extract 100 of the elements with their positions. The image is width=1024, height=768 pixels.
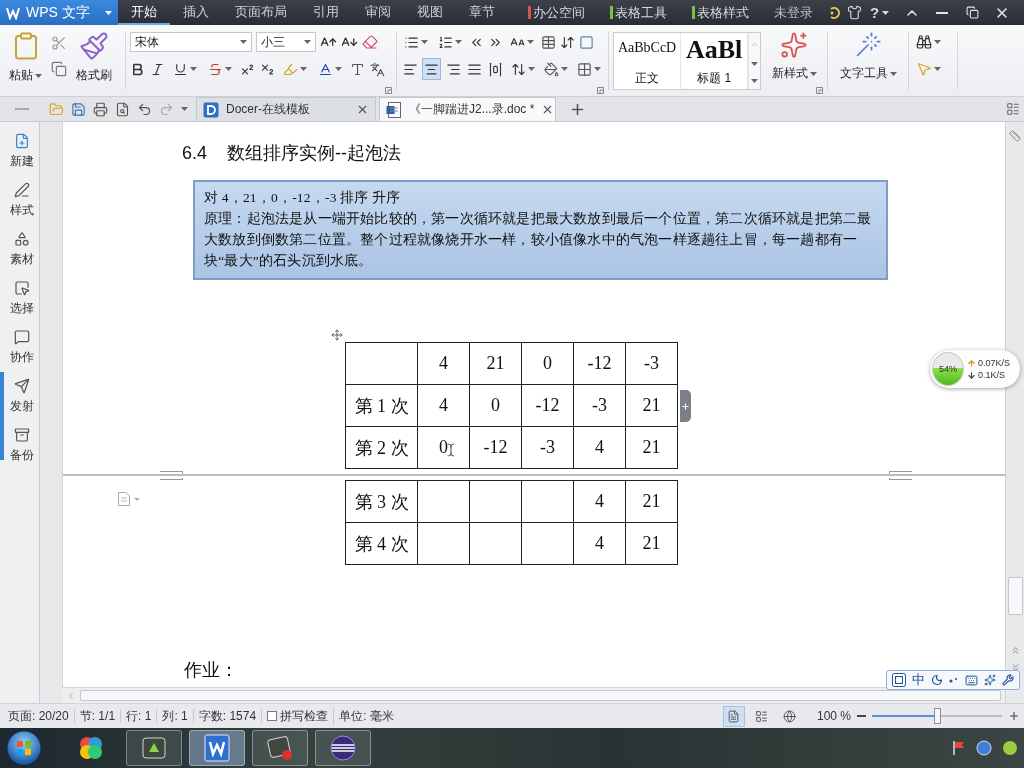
text-tools-button[interactable]: 文字工具 — [836, 31, 900, 82]
caret-icon — [934, 40, 941, 44]
document-tab[interactable]: 《一脚踹进J2...录.doc * — [379, 97, 556, 121]
sidebar-item[interactable]: 协作 — [5, 323, 39, 372]
flag-icon[interactable] — [952, 740, 966, 756]
help-button[interactable]: ? — [868, 4, 892, 21]
dialog-launcher-icon[interactable] — [385, 87, 392, 94]
save-icon[interactable] — [71, 101, 86, 117]
paintbrush-icon — [79, 31, 109, 61]
sidebar-item[interactable]: 样式 — [5, 176, 39, 225]
zoom-in-icon[interactable] — [1008, 710, 1020, 722]
paint-bucket-icon — [544, 61, 560, 77]
print-icon[interactable] — [93, 101, 108, 117]
line-spacing-icon — [511, 61, 527, 77]
sparkle-icon[interactable] — [984, 674, 996, 686]
sidebar-item[interactable]: 备份 — [5, 421, 39, 470]
font-size-field[interactable]: 小三 — [256, 32, 316, 52]
sidebar-item[interactable]: 新建 — [5, 127, 39, 176]
upload-arrow-icon — [967, 358, 976, 368]
dialog-launcher-icon[interactable] — [816, 87, 823, 94]
bold-icon[interactable] — [130, 61, 145, 77]
moon-icon[interactable] — [931, 674, 943, 686]
wrench-icon[interactable] — [1002, 674, 1014, 686]
taskbar-app-button[interactable] — [189, 730, 245, 766]
new-style-button[interactable]: 新样式 — [768, 31, 820, 82]
menu-tab[interactable]: 插入 — [170, 0, 222, 25]
sidebar-item[interactable]: 素材 — [5, 225, 39, 274]
new-file-icon — [14, 133, 30, 149]
archive-icon — [14, 427, 30, 443]
restore-icon — [965, 6, 979, 19]
spell-check-checkbox[interactable] — [267, 711, 278, 721]
align-center-button[interactable] — [422, 58, 441, 80]
sort-icon[interactable] — [560, 34, 575, 50]
w-logo-icon — [202, 733, 232, 763]
copy-icon[interactable] — [51, 61, 67, 77]
outline-view-icon — [755, 709, 769, 723]
plus-icon — [681, 401, 690, 411]
menu-tab[interactable]: 审阅 — [352, 0, 404, 25]
framed-square-icon[interactable] — [892, 673, 906, 687]
scrollbar-thumb[interactable] — [1007, 577, 1023, 615]
table-icon[interactable] — [541, 34, 556, 50]
punctuation-icon[interactable] — [949, 676, 959, 684]
shirt-icon[interactable] — [847, 5, 862, 20]
eraser-icon[interactable] — [362, 34, 378, 50]
table-cell — [469, 522, 522, 565]
context-tab[interactable]: 办公空间 — [528, 0, 585, 25]
status-item: 列: 1 — [157, 709, 194, 723]
add-column-button[interactable] — [680, 390, 691, 422]
zoom-slider-thumb[interactable] — [934, 708, 941, 724]
menu-tab[interactable]: 页面布局 — [222, 0, 300, 25]
status-dot-icon[interactable] — [1002, 740, 1018, 756]
table-cell: -3 — [625, 342, 678, 385]
sidebar-item[interactable]: 发射 — [5, 372, 39, 421]
superscript-icon[interactable] — [240, 61, 255, 77]
panel-handle[interactable] — [0, 372, 4, 460]
close-tab-icon[interactable] — [356, 103, 369, 116]
tab-list-icon[interactable] — [1006, 102, 1020, 116]
font-name-field[interactable]: 宋体 — [130, 32, 252, 52]
input-mode-button[interactable]: 中 — [912, 671, 925, 689]
translate-icon[interactable] — [370, 61, 385, 77]
format-painter-button[interactable]: 格式刷 — [73, 31, 115, 84]
keyboard-icon[interactable] — [965, 673, 978, 687]
scrollbar-thumb[interactable] — [80, 690, 1001, 701]
caret-icon — [335, 67, 342, 71]
view-mode-button[interactable] — [722, 705, 745, 727]
taskbar-app-button[interactable] — [315, 730, 371, 766]
letter-t-icon[interactable] — [350, 61, 365, 77]
dialog-launcher-icon[interactable] — [597, 87, 604, 94]
taskbar-app-button[interactable] — [252, 730, 308, 766]
caret-icon — [105, 10, 112, 15]
caret-icon — [751, 61, 759, 66]
start-button[interactable] — [4, 729, 44, 767]
move-handle-icon[interactable] — [331, 329, 343, 341]
italic-icon[interactable] — [150, 61, 165, 77]
spell-check-label[interactable]: 拼写检查 — [280, 707, 329, 725]
ruler-icon[interactable] — [1009, 130, 1021, 142]
scissors-icon[interactable] — [51, 35, 67, 51]
circle-icon[interactable] — [976, 740, 992, 756]
caret-icon — [809, 71, 817, 76]
login-link[interactable]: 未登录 — [774, 3, 813, 22]
document-tab[interactable]: Docer-在线模板 — [196, 97, 376, 121]
context-tab[interactable]: 表格工具 — [610, 0, 667, 25]
document-icon — [386, 101, 402, 118]
menu-tab[interactable]: 引用 — [300, 0, 352, 25]
context-tab[interactable]: 表格样式 — [692, 0, 749, 25]
docer-logo-icon — [203, 101, 219, 118]
subscript-icon[interactable] — [260, 61, 275, 77]
print-preview-icon[interactable] — [115, 101, 130, 117]
taskbar-app-button[interactable] — [126, 730, 182, 766]
app-menu-button[interactable]: WPS 文字 — [0, 0, 118, 25]
sidebar-item[interactable]: 选择 — [5, 274, 39, 323]
paste-button[interactable]: 粘贴 — [6, 31, 45, 84]
minimize-icon — [936, 11, 949, 14]
table-cell — [521, 522, 574, 565]
undo-icon[interactable] — [137, 101, 152, 117]
pointer-icon — [14, 280, 30, 296]
heading-title: 数组排序实例--起泡法 — [227, 142, 402, 164]
horizontal-scrollbar[interactable] — [62, 687, 1005, 703]
menu-tab[interactable]: 章节 — [456, 0, 508, 25]
menu-tab[interactable]: 视图 — [404, 0, 456, 25]
